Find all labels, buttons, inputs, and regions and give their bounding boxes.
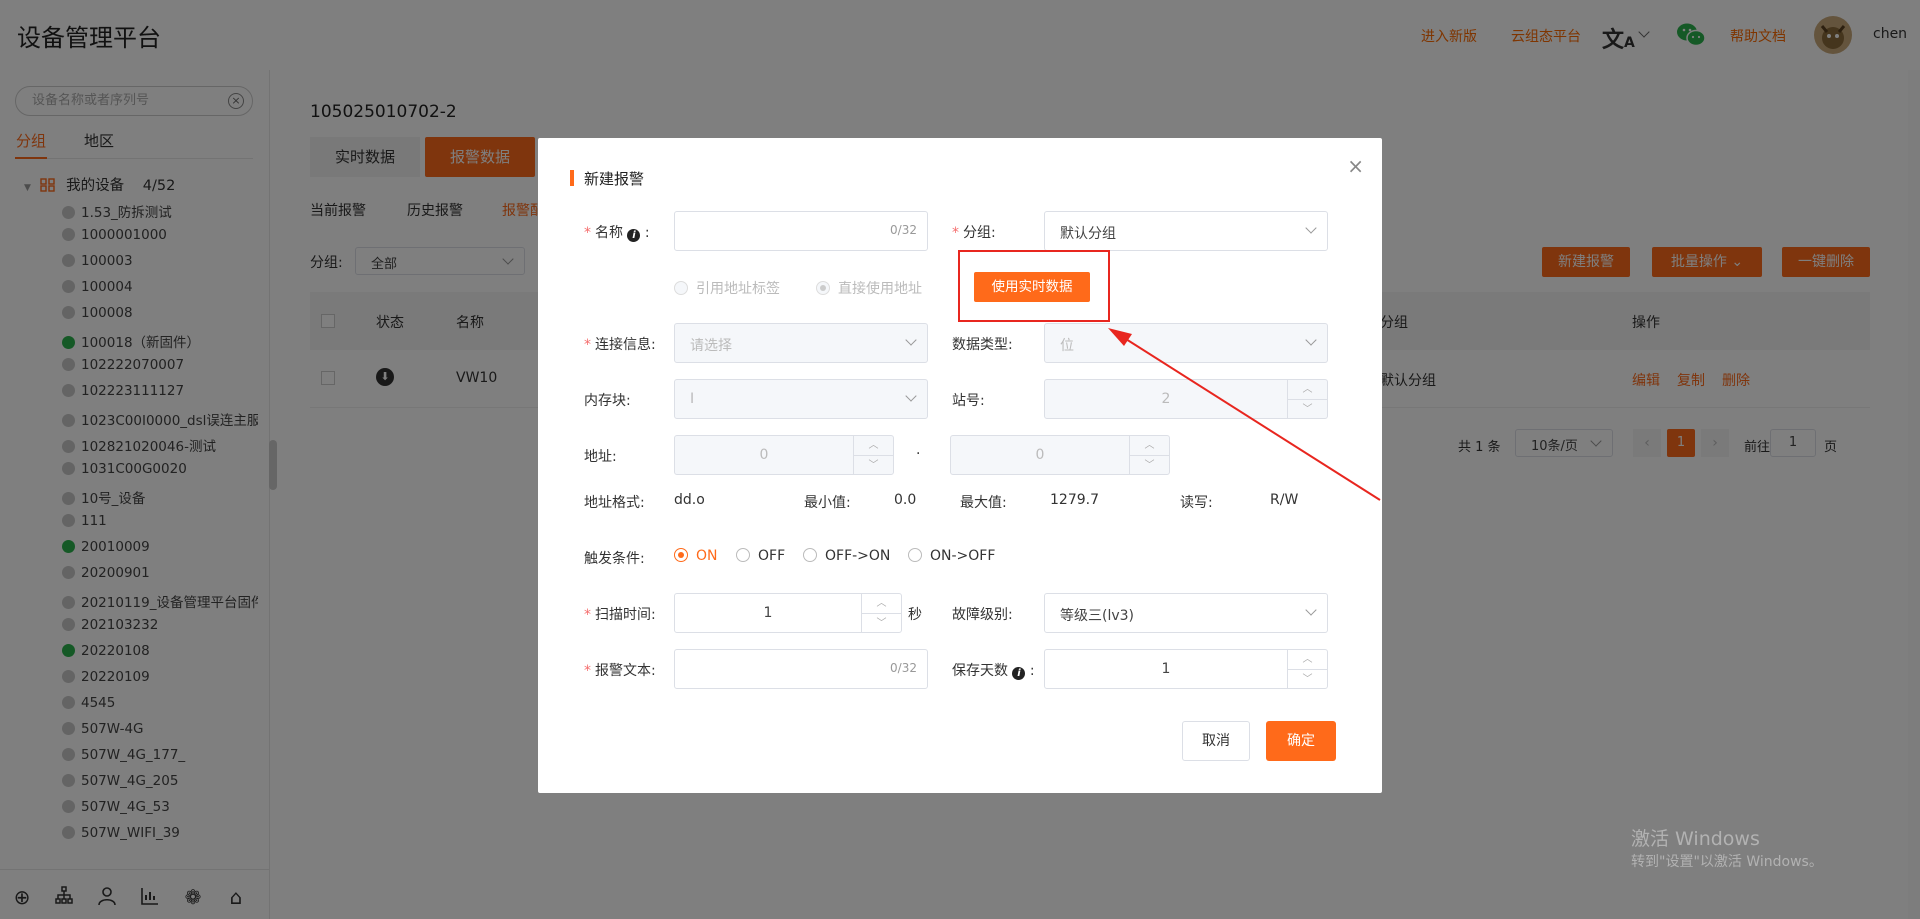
max-value: 1279.7 <box>1050 492 1099 508</box>
name-char-counter: 0/32 <box>890 223 917 237</box>
dtype-label: 数据类型: <box>952 337 1013 353</box>
trigger-on-radio[interactable]: ON <box>674 548 718 564</box>
address-separator: . <box>916 442 921 458</box>
station-stepper[interactable]: 2 ︿ ﹀ <box>1044 379 1328 419</box>
annotation-highlight-box <box>958 250 1110 322</box>
connection-select[interactable]: 请选择 <box>674 323 928 363</box>
cancel-button[interactable]: 取消 <box>1182 721 1250 761</box>
conn-label: * 连接信息: <box>584 337 656 353</box>
format-label: 地址格式: <box>584 495 645 511</box>
rw-value: R/W <box>1270 492 1299 508</box>
info-icon[interactable]: i <box>627 229 641 242</box>
scan-time-stepper[interactable]: 1 ︿ ﹀ <box>674 593 902 633</box>
addr-label: 地址: <box>584 449 617 465</box>
memory-block-select[interactable]: I <box>674 379 928 419</box>
close-icon[interactable]: × <box>1347 156 1364 176</box>
fault-level-select[interactable]: 等级三(lv3) <box>1044 593 1328 633</box>
alarm-text-input[interactable]: 0/32 <box>674 649 928 689</box>
min-label: 最小值: <box>804 495 851 511</box>
text-label: * 报警文本: <box>584 663 656 679</box>
trigger-off-radio[interactable]: OFF <box>736 548 785 564</box>
alarm-name-input[interactable]: 0/32 <box>674 211 928 251</box>
trigger-off-on-radio[interactable]: OFF->ON <box>803 548 890 564</box>
max-label: 最大值: <box>960 495 1007 511</box>
radio-ref-address-tag[interactable]: 引用地址标签 <box>674 278 780 298</box>
group-label: * 分组: <box>952 225 996 241</box>
confirm-button[interactable]: 确定 <box>1266 721 1336 761</box>
radio-direct-address[interactable]: 直接使用地址 <box>816 278 922 298</box>
activation-watermark-title: 激活 Windows <box>1631 828 1760 850</box>
alarm-group-select[interactable]: 默认分组 <box>1044 211 1328 251</box>
address-stepper-2[interactable]: 0 ︿ ﹀ <box>950 435 1170 475</box>
trigger-label: 触发条件: <box>584 551 645 567</box>
mem-label: 内存块: <box>584 393 631 409</box>
level-label: 故障级别: <box>952 607 1013 623</box>
scan-label: * 扫描时间: <box>584 607 656 623</box>
activation-watermark-text: 转到"设置"以激活 Windows。 <box>1631 854 1823 870</box>
min-value: 0.0 <box>894 492 917 508</box>
format-value: dd.o <box>674 492 705 508</box>
address-stepper-1[interactable]: 0 ︿ ﹀ <box>674 435 894 475</box>
name-label: * 名称 i : <box>584 225 650 242</box>
trigger-on-off-radio[interactable]: ON->OFF <box>908 548 995 564</box>
title-accent-bar <box>570 170 574 186</box>
keep-days-label: 保存天数 i : <box>952 663 1035 680</box>
new-alarm-dialog: 新建报警 × * 名称 i : 0/32 * 分组: 默认分组 引用地址标签 直接使… <box>538 138 1382 793</box>
keep-days-stepper[interactable]: 1 ︿ ﹀ <box>1044 649 1328 689</box>
rw-label: 读写: <box>1180 495 1213 511</box>
dialog-title: 新建报警 <box>584 170 645 188</box>
text-char-counter: 0/32 <box>890 661 917 675</box>
station-label: 站号: <box>952 393 985 409</box>
data-type-select[interactable]: 位 <box>1044 323 1328 363</box>
scan-unit: 秒 <box>908 607 922 623</box>
info-icon[interactable]: i <box>1012 667 1026 680</box>
